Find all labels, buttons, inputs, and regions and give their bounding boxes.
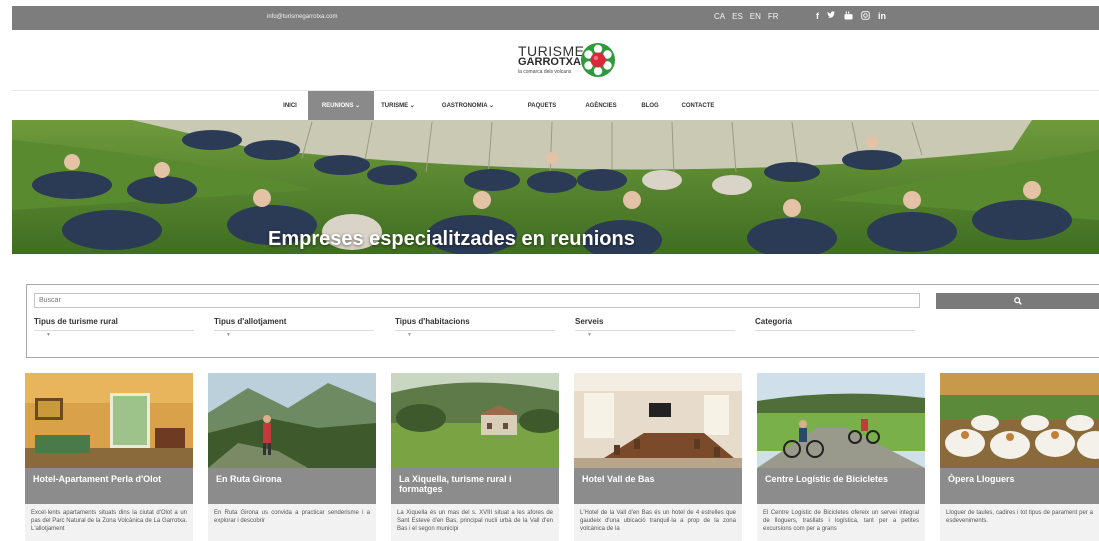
nav-agencies[interactable]: AGÈNCIES bbox=[580, 91, 622, 121]
nav-turisme[interactable]: TURISME ⌄ bbox=[374, 91, 422, 121]
card-description: El Centre Logistic de Bicicletes ofereix… bbox=[757, 504, 925, 541]
card-title[interactable]: La Xiquella, turisme rural i formatges bbox=[391, 468, 559, 504]
nav-inici[interactable]: INICI bbox=[274, 91, 306, 121]
site-logo[interactable]: TURISME GARROTXA la comarca dels volcans bbox=[518, 40, 638, 80]
logo-tagline: la comarca dels volcans bbox=[518, 69, 572, 75]
card-title[interactable]: En Ruta Girona bbox=[208, 468, 376, 504]
twitter-icon[interactable] bbox=[827, 11, 836, 22]
card-title[interactable]: Hotel-Apartament Perla d'Olot bbox=[25, 468, 193, 504]
page: info@turismegarrotxa.com CA ES EN FR f i… bbox=[0, 0, 1099, 541]
card-photo bbox=[25, 373, 193, 468]
lang-ca[interactable]: CA bbox=[714, 12, 725, 21]
filter-underline bbox=[755, 330, 915, 331]
social-links: f in bbox=[816, 11, 886, 22]
card-description: La Xiquella és un mas del s. XVIII situa… bbox=[391, 504, 559, 541]
filter-underline bbox=[575, 330, 735, 331]
facebook-icon[interactable]: f bbox=[816, 11, 819, 22]
filter-underline bbox=[34, 330, 194, 331]
filter-tipus-allotjament[interactable]: Tipus d'allotjament ▼ bbox=[214, 317, 374, 338]
main-nav: INICI REUNIONS ⌄ TURISME ⌄ GASTRONOMIA ⌄… bbox=[12, 90, 1099, 121]
lang-es[interactable]: ES bbox=[732, 12, 743, 21]
nav-reunions[interactable]: REUNIONS ⌄ bbox=[308, 91, 374, 121]
filter-underline bbox=[214, 330, 374, 331]
youtube-icon[interactable] bbox=[844, 11, 853, 22]
lang-en[interactable]: EN bbox=[750, 12, 761, 21]
card-photo bbox=[208, 373, 376, 468]
listing-card[interactable]: Hotel-Apartament Perla d'Olot Excel·lent… bbox=[25, 373, 193, 541]
filter-label: Tipus d'allotjament bbox=[214, 317, 287, 326]
filter-tipus-turisme[interactable]: Tipus de turisme rural ▼ bbox=[34, 317, 194, 338]
filter-label: Tipus d'habitacions bbox=[395, 317, 470, 326]
language-switcher: CA ES EN FR bbox=[714, 12, 779, 21]
card-title[interactable]: Hotel Vall de Bas bbox=[574, 468, 742, 504]
chevron-down-icon: ▼ bbox=[46, 332, 51, 338]
card-description: Lloguer de taules, cadires i tot tipus d… bbox=[940, 504, 1099, 541]
top-bar: info@turismegarrotxa.com CA ES EN FR f i… bbox=[12, 6, 1099, 30]
filter-underline bbox=[395, 330, 555, 331]
chevron-down-icon: ▼ bbox=[226, 332, 231, 338]
card-photo bbox=[391, 373, 559, 468]
filter-label: Tipus de turisme rural bbox=[34, 317, 118, 326]
nav-blog[interactable]: BLOG bbox=[636, 91, 664, 121]
filter-label: Serveis bbox=[575, 317, 604, 326]
volcano-flower-icon bbox=[581, 43, 615, 77]
card-description: L'Hotel de la Vall d'en Bas és un hotel … bbox=[574, 504, 742, 541]
card-photo bbox=[757, 373, 925, 468]
listing-card[interactable]: En Ruta Girona En Ruta Girona us convida… bbox=[208, 373, 376, 541]
filter-tipus-habitacions[interactable]: Tipus d'habitacions ▼ bbox=[395, 317, 555, 338]
filter-serveis[interactable]: Serveis ▼ bbox=[575, 317, 735, 338]
card-description: En Ruta Girona us convida a practicar se… bbox=[208, 504, 376, 541]
logo-line2: GARROTXA bbox=[518, 56, 581, 68]
card-description: Excel·lents apartaments situats dins la … bbox=[25, 504, 193, 541]
search-icon bbox=[1013, 297, 1022, 305]
instagram-icon[interactable] bbox=[861, 11, 870, 22]
card-title[interactable]: Òpera Lloguers bbox=[940, 468, 1099, 504]
hero-title: Empreses especialitzades en reunions bbox=[268, 228, 635, 250]
listing-card[interactable]: Centre Logístic de Bicicletes El Centre … bbox=[757, 373, 925, 541]
chevron-down-icon: ▼ bbox=[407, 332, 412, 338]
chevron-down-icon: ▼ bbox=[587, 332, 592, 338]
card-photo bbox=[940, 373, 1099, 468]
nav-gastronomia[interactable]: GASTRONOMIA ⌄ bbox=[432, 91, 504, 121]
card-photo bbox=[574, 373, 742, 468]
search-input[interactable] bbox=[34, 293, 920, 308]
listing-card[interactable]: La Xiquella, turisme rural i formatges L… bbox=[391, 373, 559, 541]
filter-categoria[interactable]: Categoria bbox=[755, 317, 915, 331]
nav-contacte[interactable]: CONTACTE bbox=[678, 91, 718, 121]
card-title[interactable]: Centre Logístic de Bicicletes bbox=[757, 468, 925, 504]
nav-paquets[interactable]: PAQUETS bbox=[522, 91, 562, 121]
linkedin-icon[interactable]: in bbox=[878, 11, 886, 22]
listing-card[interactable]: Hotel Vall de Bas L'Hotel de la Vall d'e… bbox=[574, 373, 742, 541]
filter-label: Categoria bbox=[755, 317, 792, 326]
listing-card[interactable]: Òpera Lloguers Lloguer de taules, cadire… bbox=[940, 373, 1099, 541]
contact-email-link[interactable]: info@turismegarrotxa.com bbox=[267, 14, 337, 20]
search-button[interactable] bbox=[936, 293, 1099, 309]
lang-fr[interactable]: FR bbox=[768, 12, 779, 21]
